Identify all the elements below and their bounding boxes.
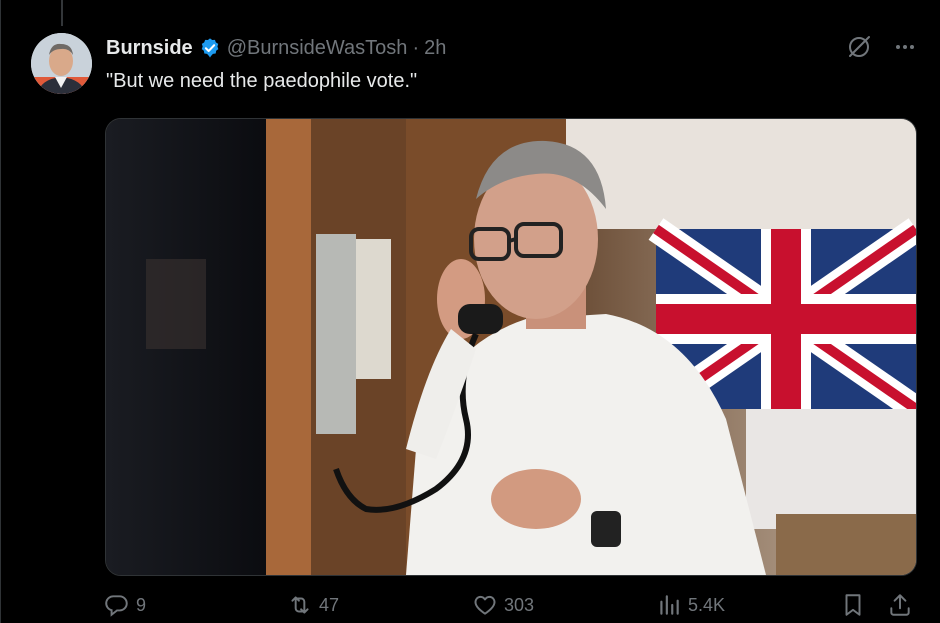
share-button[interactable]	[887, 592, 913, 618]
post-media-image[interactable]	[105, 118, 917, 576]
thread-connector-line	[61, 0, 63, 26]
verified-badge-icon[interactable]	[199, 37, 221, 59]
views-count: 5.4K	[688, 594, 726, 615]
views-icon	[660, 595, 679, 615]
post-action-bar: 9 47 303 5.4K	[0, 592, 940, 622]
avatar-image	[31, 33, 92, 94]
like-icon	[474, 595, 496, 615]
share-icon	[890, 594, 910, 616]
post-timestamp[interactable]: 2h	[424, 37, 446, 60]
timeline-border	[0, 0, 1, 623]
reply-icon	[105, 595, 128, 617]
grok-icon[interactable]	[846, 34, 872, 60]
media-photo	[106, 119, 916, 575]
author-handle[interactable]: @BurnsideWasTosh	[227, 37, 408, 60]
views-button[interactable]: 5.4K	[656, 592, 725, 618]
repost-button[interactable]: 47	[287, 592, 339, 618]
reply-button[interactable]: 9	[104, 592, 146, 618]
separator-dot: ·	[412, 36, 420, 59]
like-count: 303	[504, 594, 535, 615]
post-header: Burnside @BurnsideWasTosh · 2h	[106, 33, 446, 63]
post-text: "But we need the paedophile vote."	[106, 70, 418, 92]
author-name[interactable]: Burnside	[106, 37, 193, 60]
bookmark-icon	[845, 594, 861, 616]
repost-icon	[291, 596, 309, 614]
post-top-actions	[846, 34, 916, 60]
more-icon[interactable]	[894, 36, 916, 58]
reply-count: 9	[136, 594, 147, 615]
repost-count: 47	[319, 594, 340, 615]
avatar[interactable]	[31, 33, 92, 94]
bookmark-button[interactable]	[840, 592, 866, 618]
like-button[interactable]: 303	[472, 592, 534, 618]
